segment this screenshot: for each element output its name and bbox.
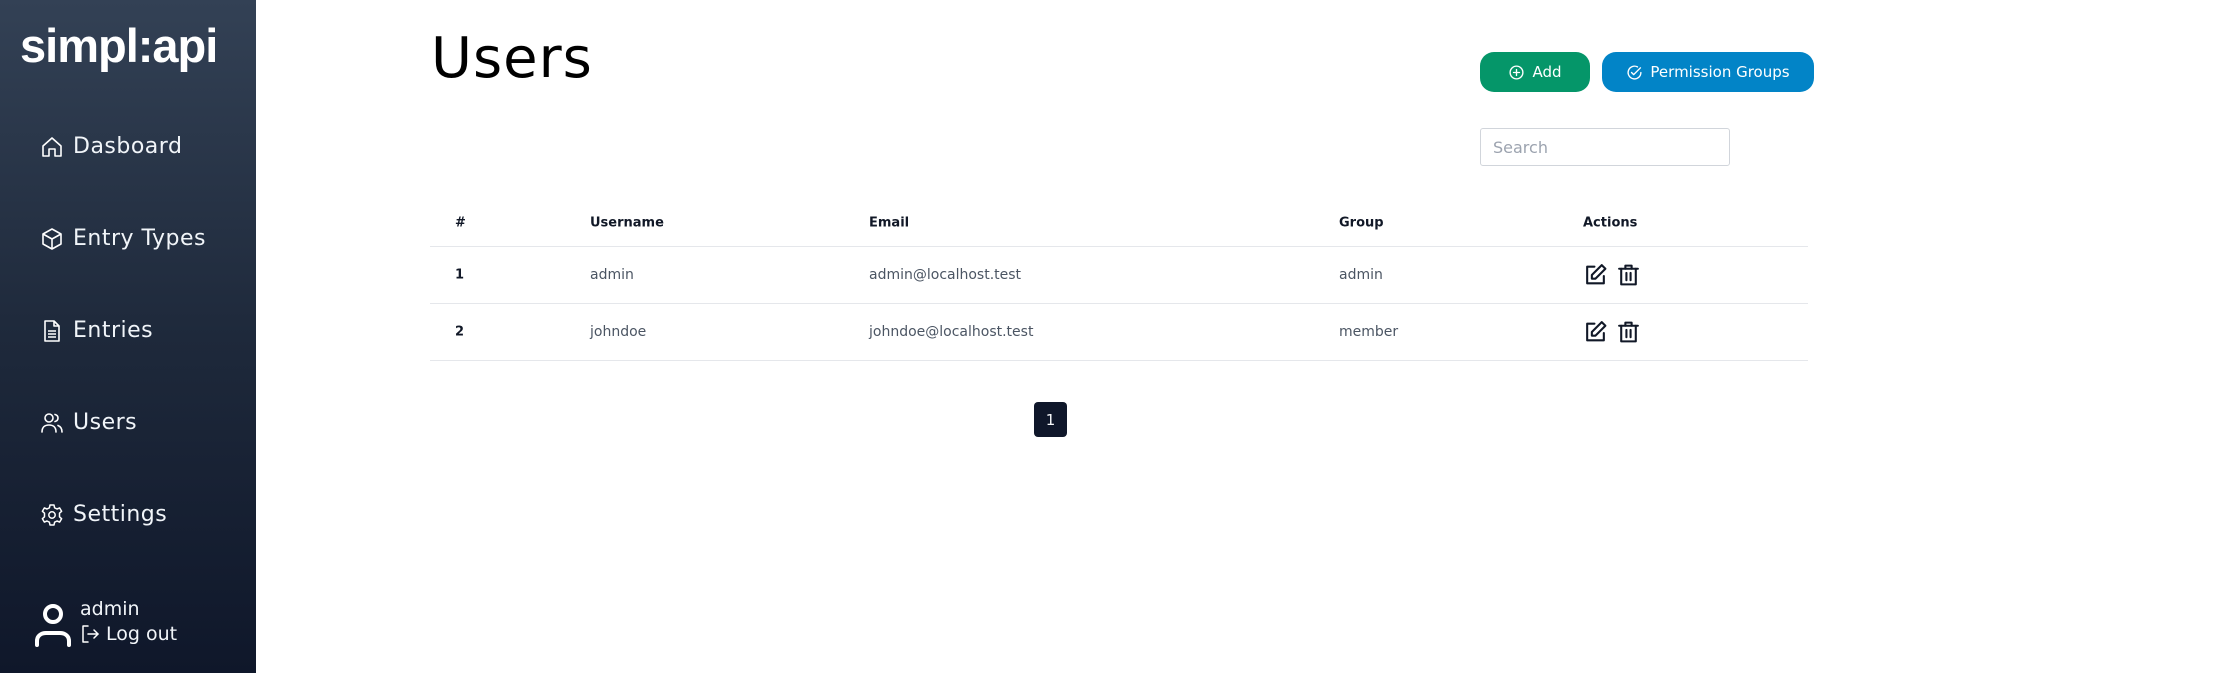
edit-icon[interactable] [1583,320,1608,345]
users-table: # Username Email Group Actions 1 admin a… [430,200,1808,361]
logout-link[interactable]: Log out [80,621,177,647]
column-header-group[interactable]: Group [1339,216,1384,231]
user-username: johndoe [590,324,647,340]
check-circle-icon [1627,65,1642,80]
row-actions [1583,320,1641,345]
cube-icon [42,227,62,250]
current-user: admin Log out [34,597,177,647]
user-id: 2 [455,324,465,340]
trash-icon[interactable] [1616,320,1641,345]
column-header-username[interactable]: Username [590,216,664,231]
gear-icon [41,503,63,526]
sidebar-item-entries[interactable]: Entries [40,318,153,343]
row-actions [1583,263,1641,288]
search-input[interactable] [1480,128,1730,166]
permission-groups-label: Permission Groups [1650,63,1790,81]
document-icon [44,319,60,342]
sidebar-item-label: Entries [73,318,154,343]
sidebar-item-label: Settings [73,502,168,527]
sidebar-item-users[interactable]: Users [40,410,137,435]
edit-icon[interactable] [1583,263,1608,288]
sidebar-item-entry-types[interactable]: Entry Types [40,226,206,251]
permission-groups-button[interactable]: Permission Groups [1602,52,1814,92]
user-username: admin [590,267,634,283]
add-button-label: Add [1532,63,1562,81]
table-header: # Username Email Group Actions [430,200,1808,247]
user-group: admin [1339,267,1383,283]
logout-label: Log out [106,623,178,645]
sidebar-item-label: Users [73,410,138,435]
sidebar-item-label: Entry Types [73,226,207,251]
sidebar-item-dashboard[interactable]: Dasboard [40,134,182,159]
sidebar: simpl:api Dasboard Entry Types Entries U… [0,0,256,673]
home-icon [42,136,62,157]
column-header-number[interactable]: # [455,216,466,231]
table-row: 2 johndoe johndoe@localhost.test member [430,304,1808,361]
avatar-icon [35,604,71,647]
app-logo[interactable]: simpl:api [20,18,218,73]
column-header-email[interactable]: Email [869,216,909,231]
user-group: member [1339,324,1399,340]
page-title: Users [431,26,593,91]
users-icon [41,412,63,433]
user-email: johndoe@localhost.test [869,324,1034,340]
table-row: 1 admin admin@localhost.test admin [430,247,1808,304]
logout-icon [82,625,99,643]
add-user-button[interactable]: Add [1480,52,1590,92]
user-name: admin [80,598,140,620]
user-email: admin@localhost.test [869,267,1022,283]
pagination-page-button[interactable]: 1 [1034,402,1067,437]
plus-circle-icon [1509,64,1525,80]
sidebar-item-label: Dasboard [73,134,183,159]
trash-icon[interactable] [1616,263,1641,288]
column-header-actions: Actions [1583,215,1638,231]
user-id: 1 [455,267,465,283]
sidebar-item-settings[interactable]: Settings [40,502,167,527]
